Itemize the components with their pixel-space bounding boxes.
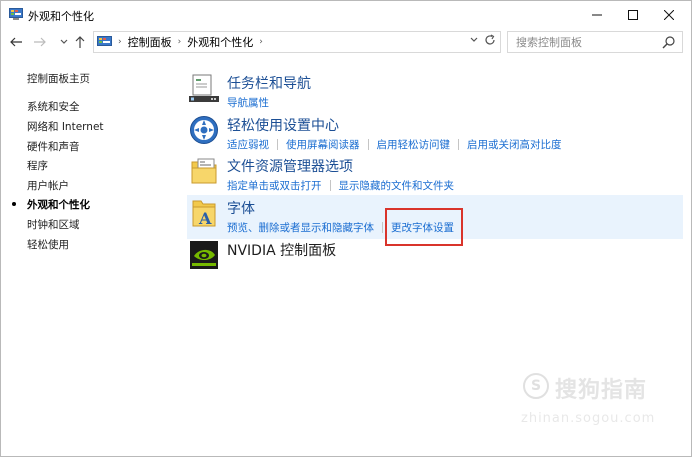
sidebar-item-network-internet[interactable]: 网络和 Internet — [27, 119, 104, 134]
category-links: 指定单击或双击打开 显示隐藏的文件和文件夹 — [227, 178, 454, 193]
search-placeholder: 搜索控制面板 — [516, 36, 582, 49]
sidebar-item-programs[interactable]: 程序 — [27, 158, 48, 173]
navigation-bar: › 控制面板 › 外观和个性化 › 搜索控制面板 — [1, 28, 691, 56]
category-ease-of-access: 轻松使用设置中心 适应弱视 使用屏幕阅读器 启用轻松访问键 启用或关闭高对比度 — [187, 115, 687, 151]
sidebar-item-system-security[interactable]: 系统和安全 — [27, 99, 80, 114]
category-nvidia-control-panel: NVIDIA 控制面板 — [187, 240, 687, 272]
chevron-down-icon — [470, 37, 478, 42]
close-icon — [664, 9, 674, 20]
watermark: S 搜狗指南 zhinan.sogou.com — [521, 369, 681, 429]
category-title-ease-of-access[interactable]: 轻松使用设置中心 — [227, 115, 339, 135]
back-button[interactable] — [7, 33, 25, 51]
address-bar[interactable]: › 控制面板 › 外观和个性化 › — [93, 31, 501, 53]
refresh-icon — [485, 34, 495, 45]
link-show-hidden-files[interactable]: 显示隐藏的文件和文件夹 — [339, 178, 455, 193]
sidebar-item-clock-region[interactable]: 时钟和区域 — [27, 217, 80, 232]
category-title-nvidia[interactable]: NVIDIA 控制面板 — [227, 240, 336, 260]
breadcrumb-separator-icon[interactable]: › — [118, 37, 122, 47]
search-box[interactable]: 搜索控制面板 — [507, 31, 683, 53]
sidebar: 控制面板主页 系统和安全 网络和 Internet 硬件和声音 程序 用户帐户 … — [1, 57, 176, 457]
sidebar-item-hardware-sound[interactable]: 硬件和声音 — [27, 139, 80, 154]
chevron-down-icon — [60, 39, 68, 44]
svg-text:A: A — [198, 209, 212, 228]
address-dropdown-button[interactable] — [470, 36, 478, 46]
active-bullet-icon — [12, 202, 16, 206]
close-button[interactable] — [647, 1, 691, 28]
nvidia-icon[interactable] — [189, 240, 219, 270]
breadcrumb-control-panel[interactable]: 控制面板 — [128, 34, 172, 50]
window-title: 外观和个性化 — [28, 10, 94, 23]
control-panel-icon — [97, 36, 112, 46]
arrow-up-icon — [75, 36, 85, 48]
arrow-right-icon — [34, 37, 46, 47]
link-preview-delete-fonts[interactable]: 预览、删除或者显示和隐藏字体 — [227, 220, 374, 235]
link-separator — [277, 139, 278, 150]
link-separator — [382, 222, 383, 233]
arrow-left-icon — [10, 37, 22, 47]
link-single-double-click[interactable]: 指定单击或双击打开 — [227, 178, 322, 193]
search-icon[interactable] — [662, 35, 676, 49]
breadcrumb-separator-icon[interactable]: › — [259, 37, 263, 47]
link-separator — [329, 180, 331, 191]
category-file-explorer-options: 文件资源管理器选项 指定单击或双击打开 显示隐藏的文件和文件夹 — [187, 156, 687, 192]
link-ease-of-access-keys[interactable]: 启用轻松访问键 — [377, 137, 451, 152]
sidebar-item-ease-of-access[interactable]: 轻松使用 — [27, 237, 69, 252]
breadcrumb-separator-icon[interactable]: › — [178, 37, 182, 47]
sidebar-item-appearance[interactable]: 外观和个性化 — [27, 197, 90, 212]
up-button[interactable] — [71, 33, 89, 51]
category-taskbar-navigation: 任务栏和导航 导航属性 — [187, 73, 687, 109]
link-screen-reader[interactable]: 使用屏幕阅读器 — [286, 137, 360, 152]
link-separator — [367, 139, 369, 150]
watermark-subtext: zhinan.sogou.com — [521, 411, 656, 426]
link-low-vision[interactable]: 适应弱视 — [227, 137, 269, 152]
link-navigation-properties[interactable]: 导航属性 — [227, 95, 269, 110]
watermark-text: 搜狗指南 — [555, 378, 648, 403]
maximize-icon — [628, 9, 638, 20]
category-title-fonts[interactable]: 字体 — [227, 198, 255, 218]
minimize-icon — [592, 14, 602, 15]
control-panel-window: 外观和个性化 › 控制面板 › 外观和个性化 › 搜索控制面板 控制面板主页 系… — [0, 0, 692, 457]
fonts-icon[interactable]: A — [189, 198, 219, 228]
sidebar-item-control-panel-home[interactable]: 控制面板主页 — [27, 71, 90, 86]
category-links: 适应弱视 使用屏幕阅读器 启用轻松访问键 启用或关闭高对比度 — [227, 137, 562, 152]
control-panel-icon — [9, 8, 23, 20]
sogou-logo-icon: S — [523, 373, 549, 399]
link-high-contrast[interactable]: 启用或关闭高对比度 — [467, 137, 562, 152]
category-title-file-explorer[interactable]: 文件资源管理器选项 — [227, 156, 353, 176]
category-title-taskbar[interactable]: 任务栏和导航 — [227, 73, 311, 93]
sidebar-item-user-accounts[interactable]: 用户帐户 — [27, 178, 69, 193]
folder-options-icon[interactable] — [189, 156, 219, 186]
breadcrumb-appearance[interactable]: 外观和个性化 — [187, 34, 253, 50]
category-links: 导航属性 — [227, 95, 269, 110]
ease-of-access-icon[interactable] — [189, 115, 219, 145]
forward-button[interactable] — [31, 33, 49, 51]
refresh-button[interactable] — [484, 34, 496, 49]
link-separator — [458, 139, 459, 150]
taskbar-icon[interactable] — [189, 73, 219, 103]
title-bar[interactable]: 外观和个性化 — [1, 1, 691, 28]
